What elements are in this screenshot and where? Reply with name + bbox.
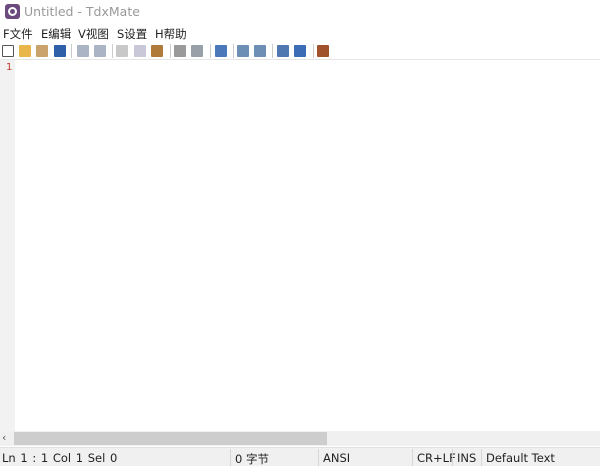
scroll-left-icon[interactable]: ‹ — [2, 431, 6, 444]
text-editor[interactable] — [15, 60, 600, 431]
status-bar: Ln 1 : 1 Col 1 Sel 0 0 字节 ANSI CR+LF INS… — [0, 447, 600, 466]
new-file-icon[interactable] — [2, 45, 14, 57]
menu-settings[interactable]: S设置 — [117, 26, 147, 42]
status-divider — [452, 449, 453, 466]
menu-bar: F文件 E编辑 V视图 S设置 H帮助 — [0, 24, 600, 42]
status-divider — [230, 449, 231, 466]
title-bar: Untitled - TdxMate — [0, 0, 600, 24]
status-encoding: ANSI — [323, 451, 351, 465]
status-divider — [412, 449, 413, 466]
copy-icon[interactable] — [134, 45, 146, 57]
menu-help[interactable]: H帮助 — [155, 26, 187, 42]
toolbar-separator — [272, 44, 273, 58]
save-icon[interactable] — [54, 45, 66, 57]
status-position: Ln 1 : 1 Col 1 Sel 0 — [2, 451, 118, 465]
chart-edit-icon[interactable] — [294, 45, 306, 57]
zoom-in-icon[interactable] — [237, 45, 249, 57]
line-number-gutter: 1 — [0, 60, 15, 431]
menu-edit[interactable]: E编辑 — [41, 26, 71, 42]
toolbar-separator — [112, 44, 113, 58]
zoom-out-icon[interactable] — [254, 45, 266, 57]
toolbar-separator — [233, 44, 234, 58]
toolbar-separator — [170, 44, 171, 58]
status-scheme: Default Text — [486, 451, 555, 465]
status-mode: INS — [457, 451, 477, 465]
redo-icon[interactable] — [94, 45, 106, 57]
toolbar-separator — [210, 44, 211, 58]
paste-icon[interactable] — [151, 45, 163, 57]
status-size: 0 字节 — [235, 452, 269, 466]
toolbar — [0, 42, 600, 60]
open-recent-icon[interactable] — [36, 45, 48, 57]
menu-view[interactable]: V视图 — [78, 26, 109, 42]
status-divider — [318, 449, 319, 466]
app-logo-icon — [5, 4, 20, 19]
cut-icon[interactable] — [116, 45, 128, 57]
window-title: Untitled - TdxMate — [24, 4, 140, 19]
open-folder-icon[interactable] — [19, 45, 31, 57]
toolbar-separator — [71, 44, 72, 58]
undo-icon[interactable] — [77, 45, 89, 57]
horizontal-scrollbar[interactable]: ‹ — [0, 431, 600, 446]
exit-icon[interactable] — [317, 45, 329, 57]
line-number: 1 — [6, 62, 13, 73]
goto-icon[interactable] — [215, 45, 227, 57]
find-icon[interactable] — [174, 45, 186, 57]
scrollbar-thumb[interactable] — [14, 432, 327, 445]
status-divider — [481, 449, 482, 466]
status-eol: CR+LF — [417, 451, 456, 465]
options-icon[interactable] — [277, 45, 289, 57]
replace-icon[interactable] — [191, 45, 203, 57]
toolbar-separator — [313, 44, 314, 58]
menu-file[interactable]: F文件 — [3, 26, 33, 42]
